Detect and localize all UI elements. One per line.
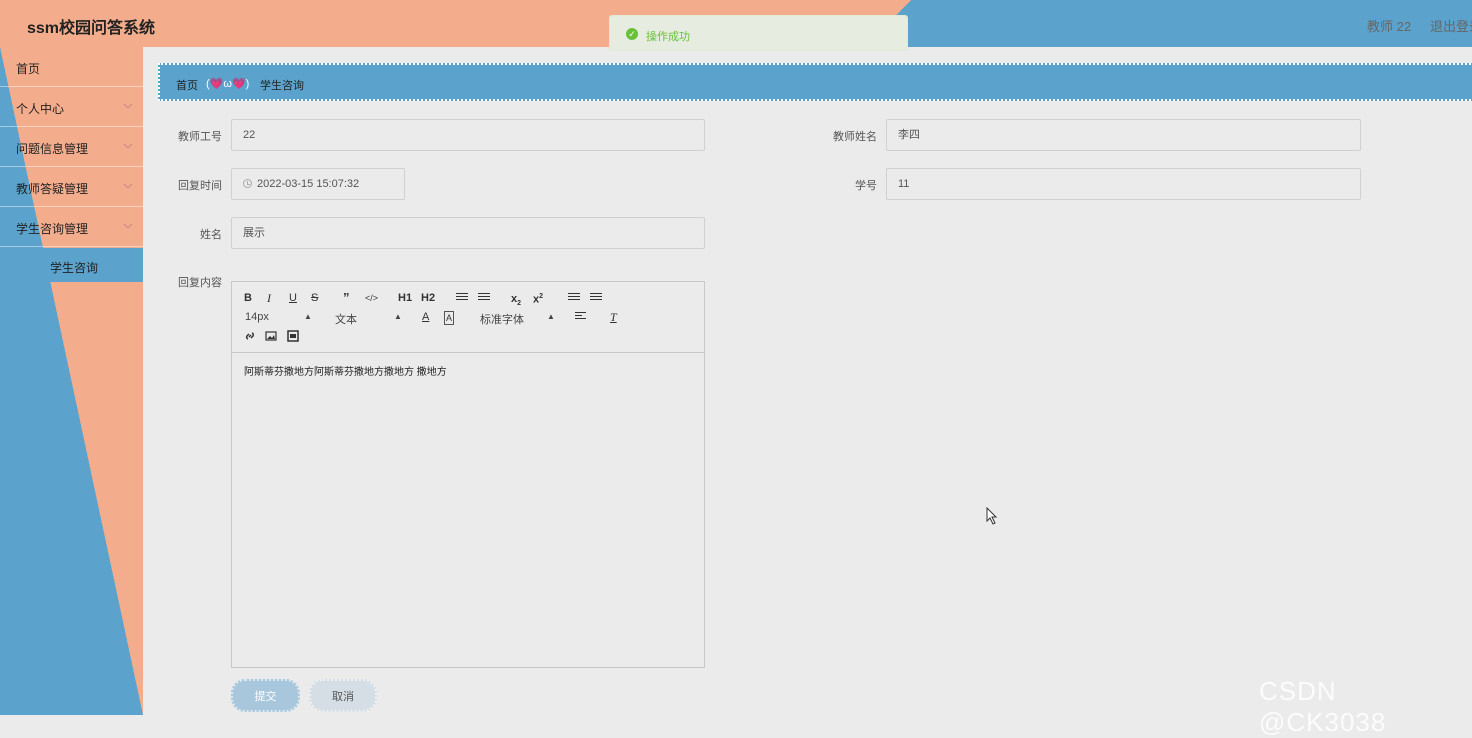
chevron-up-icon: [123, 223, 133, 229]
breadcrumb-current: 学生咨询: [260, 80, 304, 92]
subscript-icon[interactable]: x2: [511, 293, 521, 310]
student-id-input[interactable]: 11: [886, 168, 1361, 200]
reply-time-picker[interactable]: 2022-03-15 15:07:32: [231, 168, 405, 200]
bold-icon[interactable]: B: [244, 292, 252, 304]
sidebar-item-student-consult-mgmt[interactable]: 学生咨询管理: [0, 207, 143, 247]
text-type-picker[interactable]: 文本: [335, 311, 357, 327]
breadcrumb-home[interactable]: 首页: [176, 77, 198, 93]
underline-icon[interactable]: U: [289, 292, 297, 304]
clear-format-icon[interactable]: T: [610, 311, 617, 323]
cancel-button[interactable]: 取消: [309, 679, 377, 712]
teacher-name-input[interactable]: 李四: [886, 119, 1361, 151]
submit-button[interactable]: 提交: [231, 679, 300, 712]
sidebar-item-teacher-answer[interactable]: 教师答疑管理: [0, 167, 143, 207]
mouse-cursor-icon: [986, 507, 998, 525]
sidebar-item-question-info[interactable]: 问题信息管理: [0, 127, 143, 167]
chevron-down-icon: [123, 183, 133, 189]
chevron-down-icon: [123, 143, 133, 149]
video-icon[interactable]: [287, 330, 299, 342]
watermark: CSDN @CK3038: [1259, 676, 1387, 737]
teacher-id-label: 教师工号: [178, 131, 222, 143]
teacher-id-input[interactable]: 22: [231, 119, 705, 151]
strikethrough-icon[interactable]: S: [311, 292, 318, 304]
blockquote-icon[interactable]: ”: [343, 291, 350, 304]
sidebar: 首页 个人中心 问题信息管理 教师答疑管理 学生咨询管理 学生咨询: [0, 47, 143, 715]
background-color-icon[interactable]: A: [444, 311, 455, 325]
success-toast: ✓ 操作成功: [609, 15, 908, 51]
text-type-arrow-icon: ▲: [394, 312, 402, 321]
sidebar-item-label: 个人中心: [16, 102, 65, 116]
italic-icon[interactable]: I: [267, 292, 271, 304]
code-block-icon[interactable]: </>: [365, 292, 378, 304]
font-family-picker[interactable]: 标准字体: [480, 311, 524, 327]
logout-link[interactable]: 退出登录: [1430, 16, 1472, 35]
reply-time-label: 回复时间: [178, 180, 222, 192]
toast-message: 操作成功: [646, 31, 690, 43]
sidebar-item-label: 学生咨询管理: [16, 222, 89, 236]
sidebar-item-label: 问题信息管理: [16, 142, 89, 156]
chevron-down-icon: [123, 103, 133, 109]
current-user: 教师 22: [1367, 19, 1412, 34]
clock-icon: [243, 179, 252, 188]
font-family-arrow-icon: ▲: [547, 312, 555, 321]
rich-text-editor: B I U S ” </> H1 H2 x2 x2 14px ▲ 文本 ▲ A …: [231, 281, 705, 668]
sidebar-item-label: 教师答疑管理: [16, 182, 89, 196]
text-color-icon[interactable]: A: [422, 311, 429, 323]
sidebar-item-home[interactable]: 首页: [0, 47, 143, 87]
reply-content-label: 回复内容: [178, 277, 222, 289]
heading-2-icon[interactable]: H2: [421, 292, 435, 304]
name-input[interactable]: 展示: [231, 217, 705, 249]
name-label: 姓名: [200, 229, 222, 241]
align-icon[interactable]: [575, 310, 586, 321]
reply-time-value: 2022-03-15 15:07:32: [257, 178, 360, 190]
app-title: ssm校园问答系统: [27, 20, 156, 37]
student-id-label: 学号: [855, 180, 877, 192]
teacher-name-label: 教师姓名: [833, 131, 877, 143]
bullet-list-icon[interactable]: [478, 291, 490, 302]
outdent-icon[interactable]: [568, 291, 580, 302]
heading-1-icon[interactable]: H1: [398, 292, 412, 304]
font-size-picker[interactable]: 14px: [245, 311, 269, 323]
font-size-arrow-icon: ▲: [304, 312, 312, 321]
breadcrumb-separator: (💗ω💗): [206, 78, 250, 90]
editor-content[interactable]: 阿斯蒂芬撒地方阿斯蒂芬撒地方撒地方 撒地方: [244, 363, 447, 378]
ordered-list-icon[interactable]: [456, 291, 468, 302]
sidebar-item-label: 首页: [16, 62, 41, 76]
editor-toolbar: B I U S ” </> H1 H2 x2 x2 14px ▲ 文本 ▲ A …: [232, 282, 704, 353]
image-icon[interactable]: [265, 330, 277, 342]
link-icon[interactable]: [244, 330, 256, 342]
check-circle-icon: ✓: [626, 28, 638, 40]
sidebar-subitem-student-consult[interactable]: 学生咨询: [0, 248, 143, 282]
superscript-icon[interactable]: x2: [533, 291, 543, 306]
breadcrumb: 首页 (💗ω💗) 学生咨询: [158, 63, 1472, 101]
sidebar-item-personal-center[interactable]: 个人中心: [0, 87, 143, 127]
indent-icon[interactable]: [590, 291, 602, 302]
sidebar-subitem-label: 学生咨询: [50, 261, 99, 275]
